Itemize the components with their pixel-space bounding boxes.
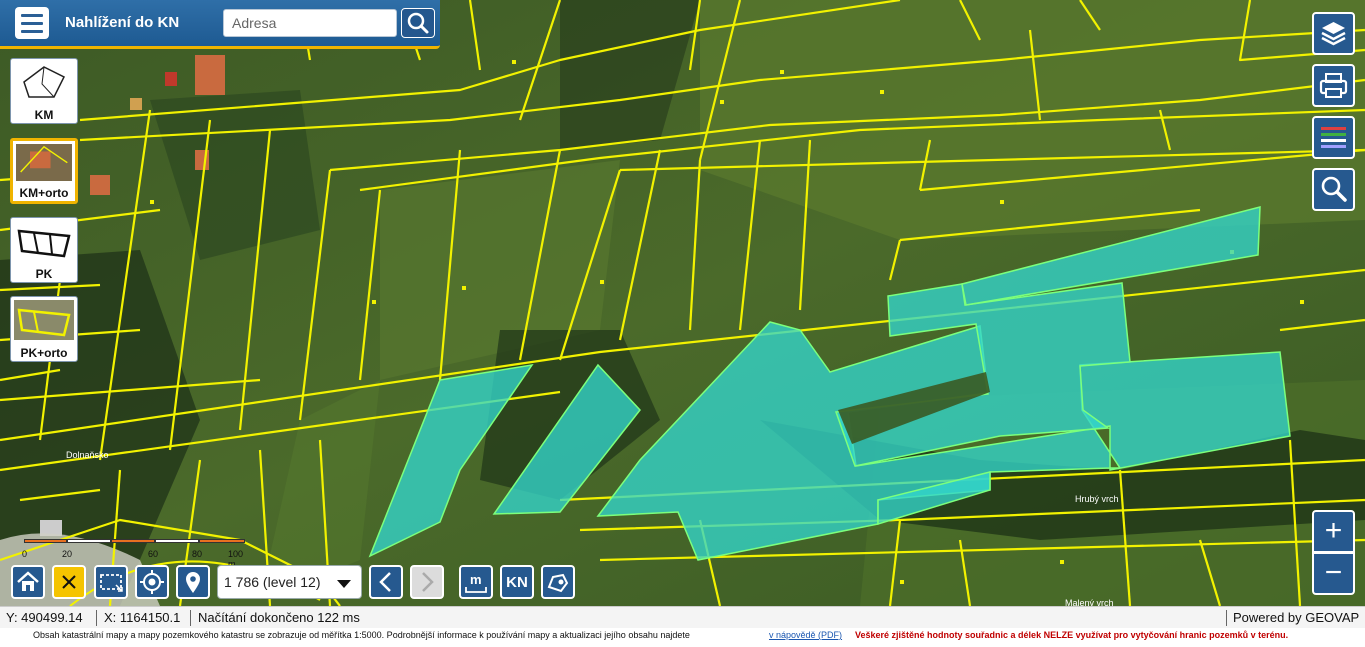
menu-button[interactable] [15, 7, 49, 39]
maptype-label: KM [34, 108, 54, 122]
coordinate-x: X: 1164150.1 [104, 610, 181, 625]
printer-icon [1319, 73, 1348, 98]
scale-select[interactable]: 1 786 (level 12) [217, 565, 362, 599]
map-label-place: Hrubý vrch [1075, 494, 1119, 504]
scale-bar: 0 20 60 80 100 m [20, 537, 250, 569]
scale-tick: 0 [22, 549, 28, 559]
app-title: Nahlížení do KN [65, 14, 180, 31]
clear-button[interactable] [52, 565, 86, 599]
scale-tick: 80 [192, 549, 203, 559]
rectangle-select-button[interactable] [94, 565, 128, 599]
zoom-in-button[interactable]: + [1312, 510, 1355, 553]
layers-button[interactable] [1312, 12, 1355, 55]
app-header: Nahlížení do KN [0, 0, 440, 49]
powered-by: Powered by GEOVAP [1233, 610, 1360, 625]
maptype-label: PK+orto [20, 346, 68, 360]
kn-button[interactable]: KN [500, 565, 534, 599]
map-view[interactable]: Dolnaňsko Hrubý vrch Malený vrch [0, 0, 1365, 606]
km-thumbnail-icon [14, 62, 74, 102]
status-bar: Y: 490499.14 X: 1164150.1 Načítání dokon… [0, 606, 1365, 629]
ruler-icon: m [465, 572, 487, 593]
maptype-label: KM+orto [19, 186, 69, 200]
legend-icon [1321, 127, 1346, 148]
km-orto-thumbnail-icon [16, 144, 72, 182]
maptype-label: PK [35, 267, 53, 281]
chevron-right-icon [422, 572, 434, 592]
address-search-input[interactable] [223, 9, 397, 37]
maptype-pk[interactable]: PK [10, 217, 78, 283]
locate-button[interactable] [135, 565, 169, 599]
pk-orto-thumbnail-icon [14, 300, 74, 340]
scale-select-value: 1 786 (level 12) [224, 574, 321, 590]
help-pdf-link[interactable]: v nápovědě (PDF) [769, 630, 842, 640]
maptype-km[interactable]: KM [10, 58, 78, 124]
layers-icon [1321, 22, 1346, 46]
magnifier-icon [407, 12, 429, 34]
home-icon [17, 571, 39, 591]
search-button[interactable] [401, 8, 435, 38]
marker-button[interactable] [176, 565, 210, 599]
caret-down-icon [337, 580, 351, 588]
find-button[interactable] [1312, 168, 1355, 211]
pk-thumbnail-icon [14, 221, 74, 261]
crosshair-icon [140, 570, 164, 594]
magnifier-icon [1321, 176, 1347, 202]
map-label-place: Dolnaňsko [66, 450, 109, 460]
rectangle-select-icon [100, 574, 123, 592]
close-icon [62, 575, 76, 589]
load-status: Načítání dokončeno 122 ms [198, 610, 360, 625]
hamburger-icon [21, 14, 43, 17]
previous-extent-button[interactable] [369, 565, 403, 599]
kn-button-label: KN [506, 574, 528, 591]
chevron-left-icon [379, 572, 391, 592]
info-bar: Obsah katastrální mapy a mapy pozemkovéh… [0, 628, 1365, 647]
warning-text: Veškeré zjištěné hodnoty souřadnic a dél… [855, 630, 1289, 640]
map-pin-icon [186, 572, 200, 593]
info-text: Obsah katastrální mapy a mapy pozemkovéh… [33, 630, 690, 640]
draw-button[interactable] [541, 565, 575, 599]
legend-button[interactable] [1312, 116, 1355, 159]
svg-text:m: m [470, 572, 482, 587]
coordinate-y: Y: 490499.14 [6, 610, 83, 625]
next-extent-button[interactable] [410, 565, 444, 599]
map-label-place: Malený vrch [1065, 598, 1114, 606]
zoom-out-button[interactable]: − [1312, 552, 1355, 595]
maptype-km-orto[interactable]: KM+orto [10, 138, 78, 204]
measure-button[interactable]: m [459, 565, 493, 599]
draw-polygon-icon [547, 573, 569, 593]
scale-tick: 60 [148, 549, 159, 559]
print-button[interactable] [1312, 64, 1355, 107]
maptype-pk-orto[interactable]: PK+orto [10, 296, 78, 362]
scale-tick: 20 [62, 549, 73, 559]
orthophoto-map [0, 0, 1365, 606]
home-button[interactable] [11, 565, 45, 599]
